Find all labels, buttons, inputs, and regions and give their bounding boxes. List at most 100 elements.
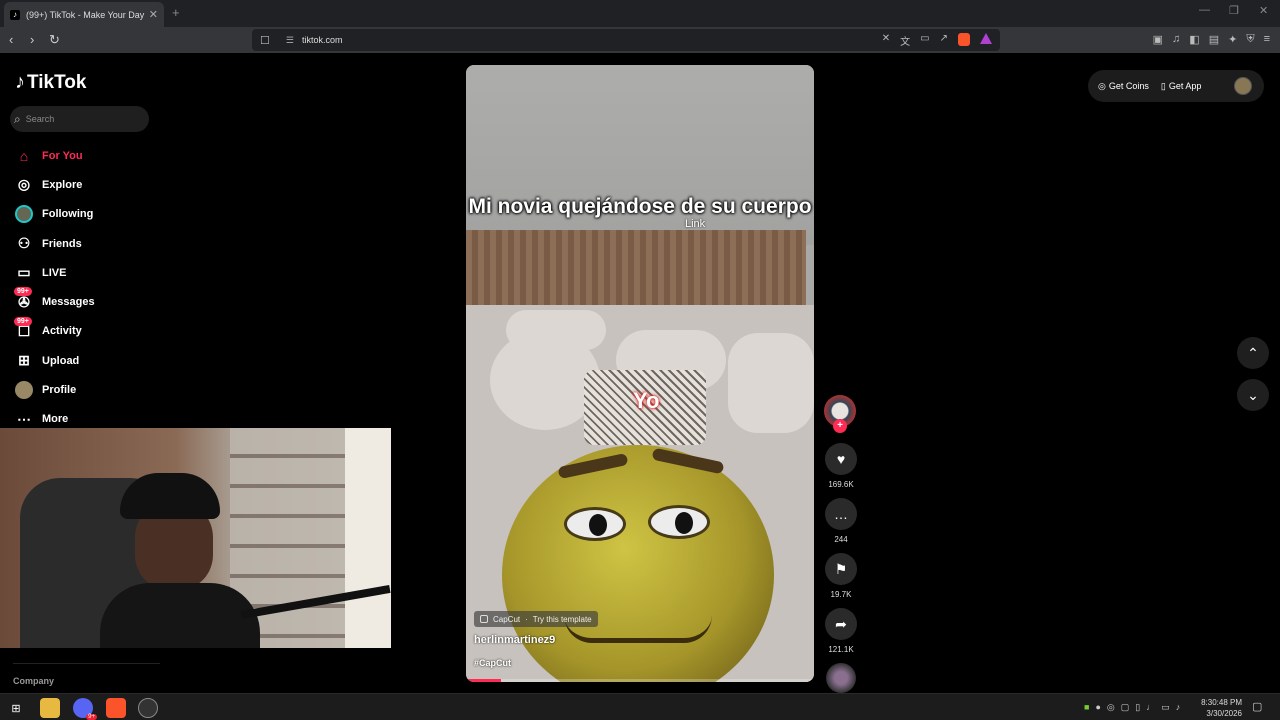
emoji-left-eye bbox=[564, 507, 626, 541]
new-tab-button[interactable]: + bbox=[172, 5, 180, 20]
site-info-icon[interactable]: ☰ bbox=[286, 35, 294, 46]
chevron-down-icon: ⌄ bbox=[1247, 386, 1259, 403]
home-icon: ⌂ bbox=[19, 147, 29, 164]
tab-close-icon[interactable]: ✕ bbox=[149, 8, 158, 21]
leo-ai-icon[interactable]: ✦ bbox=[1228, 33, 1237, 46]
translate-off-icon[interactable]: ✕ bbox=[882, 33, 890, 48]
tab-title: (99+) TikTok - Make Your Day bbox=[26, 9, 145, 20]
music-icon[interactable]: ♫ bbox=[1172, 33, 1180, 46]
capcut-brand: CapCut bbox=[493, 614, 521, 624]
sidebar-item-label: More bbox=[42, 413, 69, 426]
heart-icon: ♥ bbox=[836, 451, 846, 467]
volume-icon[interactable]: ♪ bbox=[1176, 702, 1181, 713]
brave-browser-icon[interactable] bbox=[106, 698, 126, 718]
share-icon[interactable]: ↗ bbox=[940, 33, 948, 48]
activity-badge: 99+ bbox=[14, 316, 32, 326]
video-author[interactable]: herlinmartinez9 bbox=[474, 634, 555, 646]
creator-avatar[interactable]: + bbox=[824, 395, 856, 433]
save-button[interactable]: ⚑ bbox=[825, 553, 857, 585]
get-coins-button[interactable]: ◎ Get Coins bbox=[1098, 81, 1149, 92]
messages-badge: 99+ bbox=[14, 287, 32, 297]
brave-rewards-icon[interactable] bbox=[980, 33, 992, 44]
video-pillow bbox=[728, 333, 814, 433]
network-icon[interactable]: ▭ bbox=[1161, 702, 1170, 713]
sidebar-item-label: Messages bbox=[42, 296, 95, 309]
previous-video-button[interactable]: ⌃ bbox=[1237, 337, 1269, 369]
clock[interactable]: 8:30:48 PM 3/30/2026 bbox=[1196, 697, 1242, 719]
video-hashtag[interactable]: #CapCut bbox=[474, 658, 511, 668]
sidebar-item-live[interactable]: ▭ LIVE bbox=[14, 258, 164, 287]
notification-icon[interactable]: ▢ bbox=[1252, 700, 1262, 713]
bookmark-icon[interactable]: ☐ bbox=[260, 34, 270, 47]
sidebar-item-friends[interactable]: ⚇ Friends bbox=[14, 229, 164, 258]
video-progress-bar[interactable] bbox=[466, 679, 814, 682]
user-avatar[interactable] bbox=[1234, 77, 1252, 95]
tiktok-logo[interactable]: ♪ TikTok bbox=[15, 71, 86, 94]
back-icon[interactable]: ‹ bbox=[9, 32, 13, 47]
phone-icon: ▯ bbox=[1160, 80, 1166, 91]
minimize-icon[interactable]: — bbox=[1199, 4, 1210, 16]
translate-icon[interactable]: 文 bbox=[900, 33, 910, 48]
url-text[interactable]: tiktok.com bbox=[302, 35, 343, 45]
get-app-label: Get App bbox=[1168, 81, 1202, 91]
browser-tab-bar: ♪ (99+) TikTok - Make Your Day ✕ + — ❐ ✕ bbox=[0, 0, 1280, 27]
emoji-right-pupil bbox=[675, 512, 693, 534]
windows-start-icon[interactable]: ⊞ bbox=[6, 698, 26, 718]
brave-shields-icon[interactable] bbox=[958, 33, 970, 46]
header-actions: ◎ Get Coins ▯ Get App bbox=[1088, 70, 1264, 102]
search-input[interactable] bbox=[25, 114, 126, 124]
discord-tray-icon[interactable]: ● bbox=[1095, 702, 1100, 713]
more-dots-icon: ⋯ bbox=[17, 410, 31, 427]
share-arrow-icon: ➦ bbox=[835, 615, 847, 632]
save-count: 19.7K bbox=[830, 590, 852, 599]
clock-time: 8:30:48 PM bbox=[1201, 698, 1242, 707]
sidebar-item-for-you[interactable]: ⌂ For You bbox=[14, 141, 164, 170]
usb-icon[interactable]: ▯ bbox=[1135, 702, 1140, 713]
forward-icon[interactable]: › bbox=[30, 32, 34, 47]
sidebar-divider bbox=[13, 663, 160, 664]
sidebar-item-explore[interactable]: ◎ Explore bbox=[14, 170, 164, 199]
menu-icon[interactable]: ≡ bbox=[1264, 33, 1270, 46]
comment-button[interactable]: … bbox=[825, 498, 857, 530]
sidebar-item-upload[interactable]: ⊞ Upload bbox=[14, 346, 164, 375]
discord-icon[interactable]: 9+ bbox=[73, 698, 97, 720]
capcut-icon bbox=[480, 615, 488, 623]
search-box[interactable]: ⌕ bbox=[10, 106, 149, 132]
window-close-icon[interactable]: ✕ bbox=[1259, 4, 1268, 17]
microphone-icon[interactable]: ♩ bbox=[1146, 702, 1155, 713]
sidebar-item-messages[interactable]: ✇ 99+ Messages bbox=[14, 287, 164, 316]
sidebar-item-profile[interactable]: Profile bbox=[14, 375, 164, 404]
wallet-icon[interactable]: ▤ bbox=[1209, 33, 1219, 46]
like-button[interactable]: ♥ bbox=[825, 443, 857, 475]
obs-icon[interactable] bbox=[138, 698, 158, 718]
nvidia-icon[interactable]: ■ bbox=[1084, 702, 1089, 713]
share-button[interactable]: ➦ bbox=[825, 608, 857, 640]
tab-search-icon[interactable]: ▣ bbox=[1153, 33, 1163, 46]
os-taskbar: ⊞ 9+ ■ ● ◎ ▢ ▯ ♩ ▭ ♪ 8:30:48 PM 3/30/202… bbox=[0, 693, 1280, 720]
file-explorer-icon[interactable] bbox=[40, 698, 60, 718]
video-caption: Mi novia quejándose de su cuerpo bbox=[468, 195, 812, 218]
follow-plus-icon[interactable]: + bbox=[833, 419, 847, 433]
comment-count: 244 bbox=[834, 535, 848, 544]
maximize-icon[interactable]: ❐ bbox=[1229, 4, 1239, 17]
vpn-shield-icon[interactable]: ⛨ bbox=[1246, 33, 1254, 46]
reload-icon[interactable]: ↻ bbox=[49, 32, 60, 48]
sidebar-nav: ⌂ For You ◎ Explore Following ⚇ Friends … bbox=[14, 141, 164, 434]
video-link-text: Link bbox=[685, 218, 706, 230]
video-player[interactable]: Mi novia quejándose de su cuerpo Link Yo… bbox=[466, 65, 814, 682]
browser-tab[interactable]: ♪ (99+) TikTok - Make Your Day ✕ bbox=[4, 2, 164, 27]
system-tray: ■ ● ◎ ▢ ▯ ♩ ▭ ♪ bbox=[1084, 702, 1180, 713]
sidebar-item-following[interactable]: Following bbox=[14, 200, 164, 229]
sidebar-toggle-icon[interactable]: ◧ bbox=[1189, 33, 1199, 46]
tray-app-icon[interactable]: ▢ bbox=[1121, 702, 1130, 713]
next-video-button[interactable]: ⌄ bbox=[1237, 379, 1269, 411]
sidebar-item-activity[interactable]: ☐ 99+ Activity bbox=[14, 316, 164, 346]
music-disc-icon[interactable] bbox=[826, 663, 856, 693]
capcut-template-link[interactable]: CapCut · Try this template bbox=[474, 611, 598, 627]
company-link[interactable]: Company bbox=[13, 676, 54, 686]
cast-icon[interactable]: ▭ bbox=[920, 33, 929, 48]
get-app-button[interactable]: ▯ Get App bbox=[1161, 81, 1201, 92]
address-bar[interactable]: ☐ ☰ tiktok.com ✕ 文 ▭ ↗ bbox=[252, 29, 1000, 51]
tray-app-icon[interactable]: ◎ bbox=[1107, 702, 1115, 713]
address-bar-icons: ✕ 文 ▭ ↗ bbox=[882, 33, 992, 48]
